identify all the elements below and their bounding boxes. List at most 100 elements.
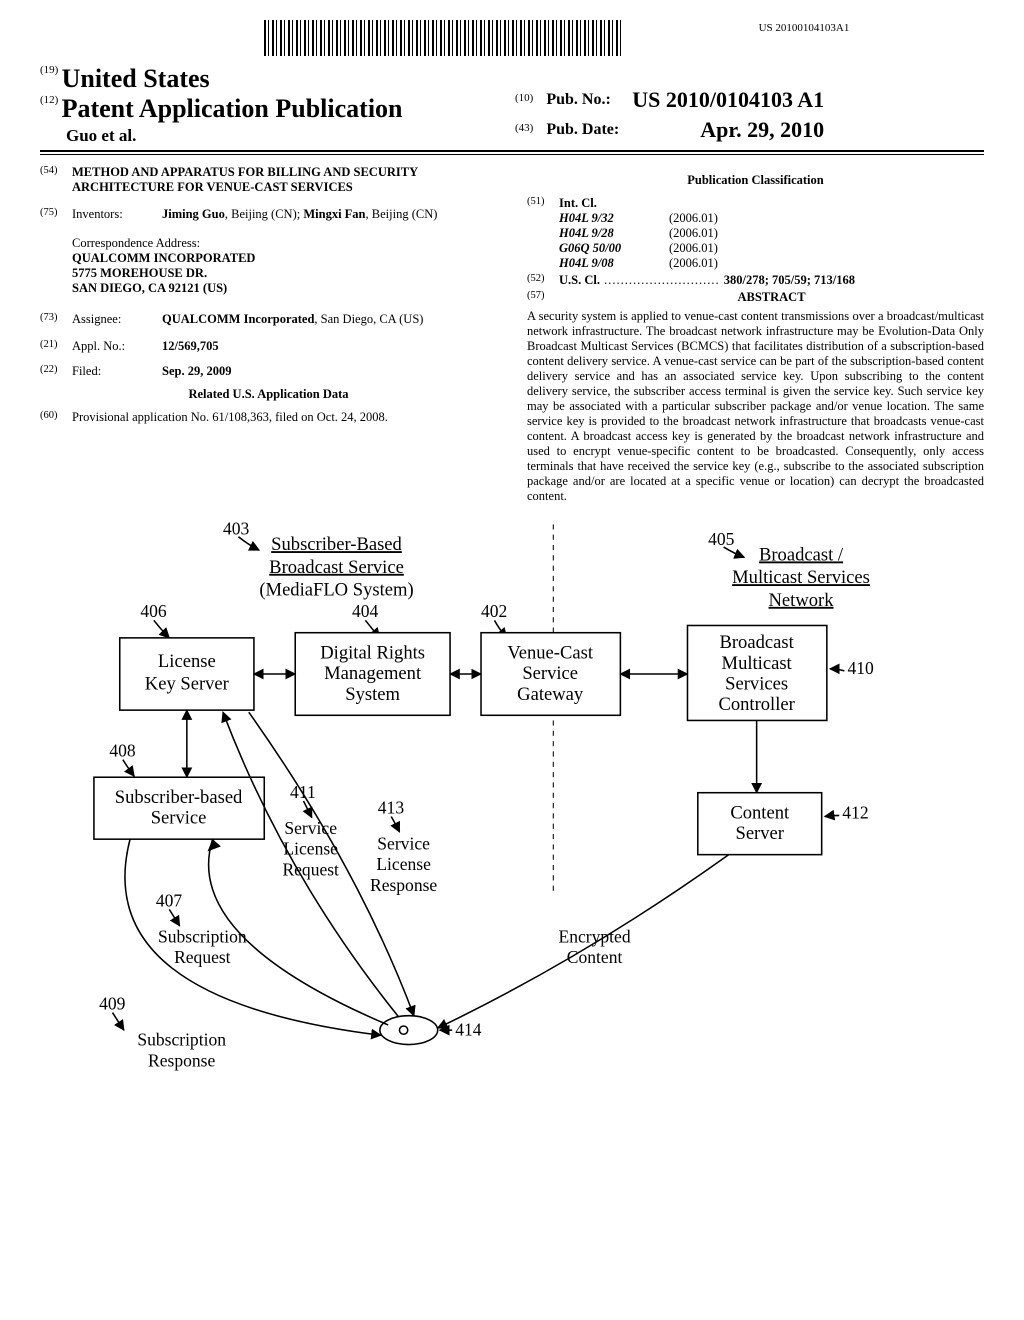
fig-t403a: Subscriber-Based — [271, 534, 402, 555]
correspondence-block: Correspondence Address: QUALCOMM INCORPO… — [72, 236, 497, 296]
barcode-graphic — [264, 20, 624, 56]
fig-b402c: Gateway — [517, 684, 584, 705]
author-line: Guo et al. — [66, 126, 512, 146]
correspondence-line-1: QUALCOMM INCORPORATED — [72, 251, 497, 266]
correspondence-line-2: 5775 MOREHOUSE DR. — [72, 266, 497, 281]
ipc-row-2: G06Q 50/00(2006.01) — [559, 241, 984, 256]
fig-num-405: 405 — [708, 529, 735, 549]
code-73: (73) — [40, 312, 72, 327]
fig-num-402: 402 — [481, 601, 507, 621]
code-12: (12) — [40, 94, 58, 106]
barcode-number: US 20100104103A1 — [624, 22, 984, 34]
header-row: (19) United States (12) Patent Applicati… — [40, 64, 984, 146]
fig-num-413: 413 — [378, 797, 405, 817]
applno-value: 12/569,705 — [162, 339, 497, 354]
fig-num-414: 414 — [455, 1019, 482, 1039]
code-43: (43) — [515, 122, 533, 134]
fig-t409b: Response — [148, 1050, 215, 1070]
pubdate-value: Apr. 29, 2010 — [700, 117, 824, 142]
country: United States — [62, 64, 210, 93]
classification-heading: Publication Classification — [527, 173, 984, 188]
fig-b408b: Service — [151, 808, 207, 829]
fig-b410b: Multicast — [722, 653, 793, 674]
ipc-row-1: H04L 9/28(2006.01) — [559, 226, 984, 241]
right-column: Publication Classification (51) Int. Cl.… — [527, 165, 984, 504]
fig-num-408: 408 — [109, 741, 136, 761]
fig-num-412: 412 — [842, 803, 868, 823]
inventor-2-loc: , Beijing (CN) — [366, 207, 438, 221]
fig-num-411: 411 — [290, 782, 316, 802]
pub-info-table: (10) Pub. No.: US 2010/0104103 A1 (43) P… — [512, 84, 836, 146]
code-21: (21) — [40, 339, 72, 354]
filed-label: Filed: — [72, 364, 162, 379]
code-19: (19) — [40, 64, 58, 76]
fig-t413c: Response — [370, 875, 437, 895]
fig-b404c: System — [345, 684, 400, 705]
code-22: (22) — [40, 364, 72, 379]
divider-thick — [40, 150, 984, 152]
fig-b408a: Subscriber-based — [115, 787, 243, 808]
ipc-code-2: G06Q 50/00 — [559, 241, 669, 256]
code-52: (52) — [527, 273, 559, 288]
left-column: (54) METHOD AND APPARATUS FOR BILLING AN… — [40, 165, 497, 504]
code-60: (60) — [40, 410, 72, 425]
inventor-2-name: Mingxi Fan — [303, 207, 365, 221]
barcode-area: US 20100104103A1 — [40, 20, 984, 60]
inventor-1-name: Jiming Guo — [162, 207, 225, 221]
abstract-label: ABSTRACT — [559, 290, 984, 305]
fig-t405b: Multicast Services — [732, 567, 870, 588]
fig-num-407: 407 — [156, 890, 183, 910]
code-51: (51) — [527, 196, 559, 271]
assignee-name: QUALCOMM Incorporated — [162, 312, 314, 326]
ipc-code-1: H04L 9/28 — [559, 226, 669, 241]
abstract-text: A security system is applied to venue-ca… — [527, 309, 984, 504]
fig-t405c: Network — [769, 590, 835, 611]
fig-t411b: License — [283, 839, 338, 859]
fig-num-404: 404 — [352, 601, 379, 621]
assignee-label: Assignee: — [72, 312, 162, 327]
fig-b404a: Digital Rights — [320, 643, 425, 664]
ipc-date-3: (2006.01) — [669, 256, 718, 271]
invention-title: METHOD AND APPARATUS FOR BILLING AND SEC… — [72, 165, 497, 195]
fig-b410a: Broadcast — [719, 632, 794, 653]
fig-t413a: Service — [377, 833, 430, 853]
ipc-code-0: H04L 9/32 — [559, 211, 669, 226]
inventor-1-loc: , Beijing (CN); — [225, 207, 303, 221]
fig-t411c: Request — [282, 859, 339, 879]
fig-b402a: Venue-Cast — [507, 643, 593, 664]
fig-b406a: License — [158, 651, 216, 672]
fig-tEnc2: Content — [567, 947, 623, 967]
fig-num-403: 403 — [223, 519, 250, 539]
fig-num-409: 409 — [99, 993, 126, 1013]
fig-b410d: Controller — [718, 694, 795, 715]
fig-b402b: Service — [522, 663, 578, 684]
publication-type: Patent Application Publication — [62, 94, 403, 123]
code-54: (54) — [40, 165, 72, 195]
uscl-line: U.S. Cl. ............................ 38… — [559, 273, 984, 288]
intcl-label: Int. Cl. — [559, 196, 984, 211]
code-10: (10) — [515, 92, 533, 104]
pubno-value: US 2010/0104103 A1 — [632, 87, 824, 112]
inventors-value: Jiming Guo, Beijing (CN); Mingxi Fan, Be… — [162, 207, 497, 222]
bibliographic-columns: (54) METHOD AND APPARATUS FOR BILLING AN… — [40, 165, 984, 504]
fig-b412b: Server — [735, 823, 784, 844]
ipc-row-0: H04L 9/32(2006.01) — [559, 211, 984, 226]
correspondence-label: Correspondence Address: — [72, 236, 497, 251]
fig-t413b: License — [376, 854, 431, 874]
pubdate-label: Pub. Date: — [546, 121, 619, 138]
filed-value: Sep. 29, 2009 — [162, 364, 497, 379]
uscl-dots: ............................ — [600, 273, 724, 287]
fig-b404b: Management — [324, 663, 422, 684]
inventors-label: Inventors: — [72, 207, 162, 222]
assignee-loc: , San Diego, CA (US) — [314, 312, 423, 326]
fig-b410c: Services — [725, 673, 788, 694]
provisional-text: Provisional application No. 61/108,363, … — [72, 410, 497, 425]
figure-diagram: .box { fill: #fff; stroke: #000; stroke-… — [40, 514, 984, 1154]
ipc-date-2: (2006.01) — [669, 241, 718, 256]
fig-t409a: Subscription — [137, 1030, 226, 1050]
fig-num-410: 410 — [847, 658, 874, 678]
fig-b406b: Key Server — [145, 673, 230, 694]
fig-t403b: Broadcast Service — [269, 557, 404, 578]
pubno-label: Pub. No.: — [546, 91, 610, 108]
uscl-value: 380/278; 705/59; 713/168 — [724, 273, 855, 287]
